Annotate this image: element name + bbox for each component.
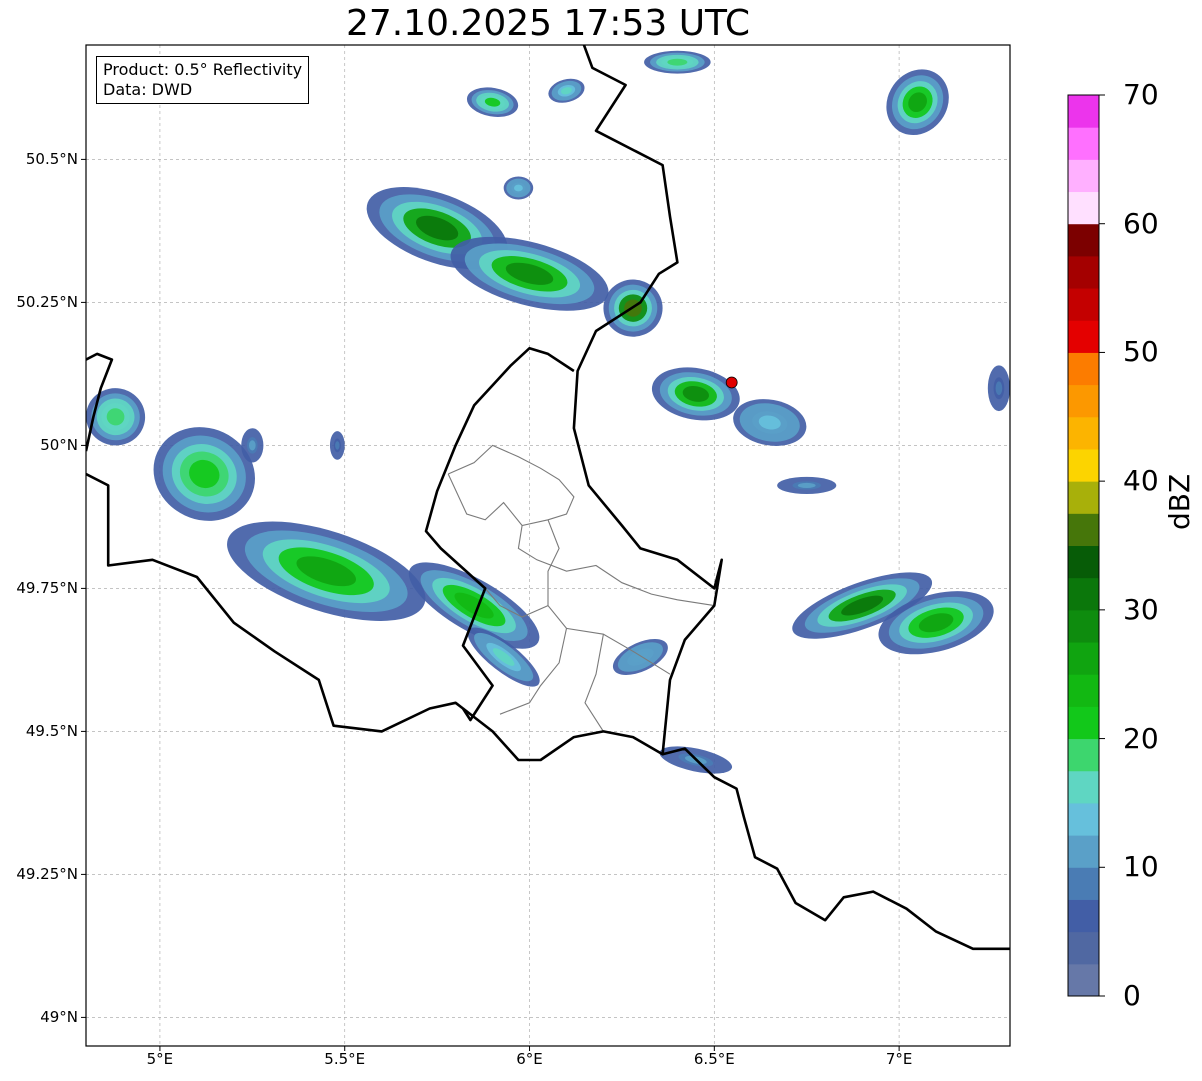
colorbar-segment — [1068, 899, 1099, 933]
colorbar-segment — [1068, 513, 1099, 546]
precip-band — [797, 482, 816, 489]
colorbar-segment — [1068, 416, 1099, 450]
precip-cell — [777, 476, 837, 495]
colorbar-segment — [1068, 674, 1099, 707]
colorbar-tick-label: 0 — [1123, 979, 1141, 1012]
colorbar-segment — [1068, 223, 1099, 257]
lon-tick-label: 5°E — [146, 1050, 174, 1068]
precip-band — [513, 184, 523, 192]
colorbar-segment — [1068, 352, 1099, 386]
colorbar-segment — [1068, 545, 1099, 579]
radar-site-marker — [725, 376, 738, 389]
precip-band — [248, 440, 256, 451]
product-info-box: Product: 0.5° Reflectivity Data: DWD — [96, 56, 310, 104]
lon-tick-label: 6°E — [516, 1050, 543, 1068]
colorbar — [1067, 94, 1105, 997]
lon-tick-label: 7°E — [885, 1050, 913, 1068]
colorbar-segment — [1068, 577, 1099, 611]
precip-band — [335, 441, 340, 450]
colorbar-segment — [1068, 609, 1099, 643]
precip-cell — [241, 428, 264, 463]
lat-tick-label: 50°N — [40, 436, 78, 455]
precip-cell — [987, 365, 1010, 412]
data-source-label: Data: DWD — [103, 80, 193, 99]
colorbar-segment — [1068, 867, 1099, 900]
colorbar-segment — [1068, 481, 1099, 514]
lat-tick-label: 50.5°N — [25, 150, 78, 169]
colorbar-segment — [1068, 770, 1099, 804]
colorbar-segment — [1068, 255, 1099, 289]
colorbar-segment — [1068, 384, 1099, 418]
lat-tick-label: 49.75°N — [16, 579, 78, 598]
colorbar-segment — [1068, 191, 1099, 225]
colorbar-unit-label: dBZ — [1163, 473, 1196, 530]
product-label: Product: 0.5° Reflectivity — [103, 60, 303, 79]
page-title: 27.10.2025 17:53 UTC — [345, 3, 751, 44]
precip-cell — [644, 50, 711, 74]
colorbar-tick-label: 10 — [1123, 850, 1159, 884]
colorbar-tick-label: 30 — [1123, 592, 1159, 626]
lon-tick-label: 6.5°E — [693, 1050, 735, 1068]
lat-tick-label: 49.25°N — [16, 865, 78, 884]
radar-map — [81, 44, 1105, 1051]
precip-band — [995, 381, 1003, 396]
lat-tick-label: 49.5°N — [25, 722, 78, 741]
colorbar-segment — [1068, 963, 1099, 997]
precip-cell — [503, 176, 534, 200]
colorbar-segment — [1068, 159, 1099, 193]
colorbar-segment — [1068, 288, 1099, 321]
colorbar-tick-label: 60 — [1123, 206, 1159, 240]
colorbar-tick-label: 40 — [1123, 464, 1159, 498]
lat-tick-label: 49°N — [40, 1008, 78, 1027]
colorbar-segment — [1068, 642, 1099, 675]
colorbar-segment — [1068, 802, 1099, 836]
colorbar-segment — [1068, 95, 1099, 128]
precip-cell — [329, 431, 345, 460]
lat-tick-label: 50.25°N — [16, 293, 78, 312]
colorbar-segment — [1068, 127, 1099, 160]
colorbar-tick-label: 70 — [1123, 78, 1159, 111]
colorbar-segment — [1068, 738, 1099, 772]
map-background — [86, 45, 1010, 1046]
lon-tick-label: 5.5°E — [324, 1050, 366, 1068]
precip-band — [667, 58, 688, 66]
radar-site-layer — [725, 376, 738, 389]
colorbar-segment — [1068, 931, 1099, 965]
colorbar-tick-label: 50 — [1123, 335, 1159, 369]
colorbar-segment — [1068, 706, 1099, 740]
colorbar-segment — [1068, 835, 1099, 868]
colorbar-segment — [1068, 320, 1099, 353]
colorbar-tick-label: 20 — [1123, 721, 1159, 755]
colorbar-segment — [1068, 448, 1099, 482]
